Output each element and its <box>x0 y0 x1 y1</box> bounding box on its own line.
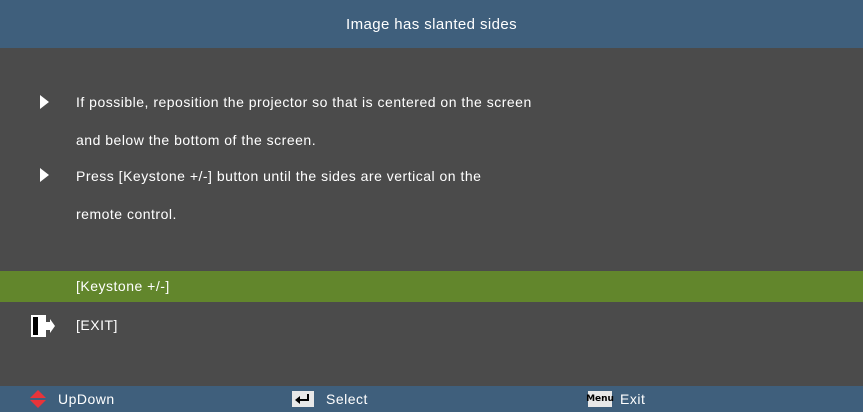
hint-select-label: Select <box>326 391 368 407</box>
osd-dialog: Image has slanted sides If possible, rep… <box>0 0 863 412</box>
hint-exit-label: Exit <box>620 391 646 407</box>
tip-1-line-1: If possible, reposition the projector so… <box>76 94 532 110</box>
hint-exit: Menu Exit <box>586 386 646 412</box>
dialog-title: Image has slanted sides <box>346 15 517 33</box>
menu-item-label: [Keystone +/-] <box>76 278 170 294</box>
hint-updown: UpDown <box>30 386 115 412</box>
hint-updown-label: UpDown <box>58 391 115 407</box>
tip-2-line-2: remote control. <box>76 206 177 222</box>
enter-key-icon <box>292 391 314 407</box>
menu-item-exit[interactable]: [EXIT] <box>0 310 863 341</box>
tip-1-line-2: and below the bottom of the screen. <box>76 132 317 148</box>
exit-icon <box>31 315 55 337</box>
bullet-arrow-icon <box>40 95 49 109</box>
tip-2-line-1: Press [Keystone +/-] button until the si… <box>76 168 482 184</box>
menu-key-icon: Menu <box>586 391 614 407</box>
menu-item-label: [EXIT] <box>76 317 118 333</box>
title-bar: Image has slanted sides <box>0 0 863 48</box>
bullet-arrow-icon <box>40 168 49 182</box>
footer-hints: UpDown Select Menu Exit <box>0 386 863 412</box>
updown-arrows-icon <box>30 390 46 408</box>
hint-select: Select <box>292 386 368 412</box>
menu-item-keystone[interactable]: [Keystone +/-] <box>0 271 863 302</box>
